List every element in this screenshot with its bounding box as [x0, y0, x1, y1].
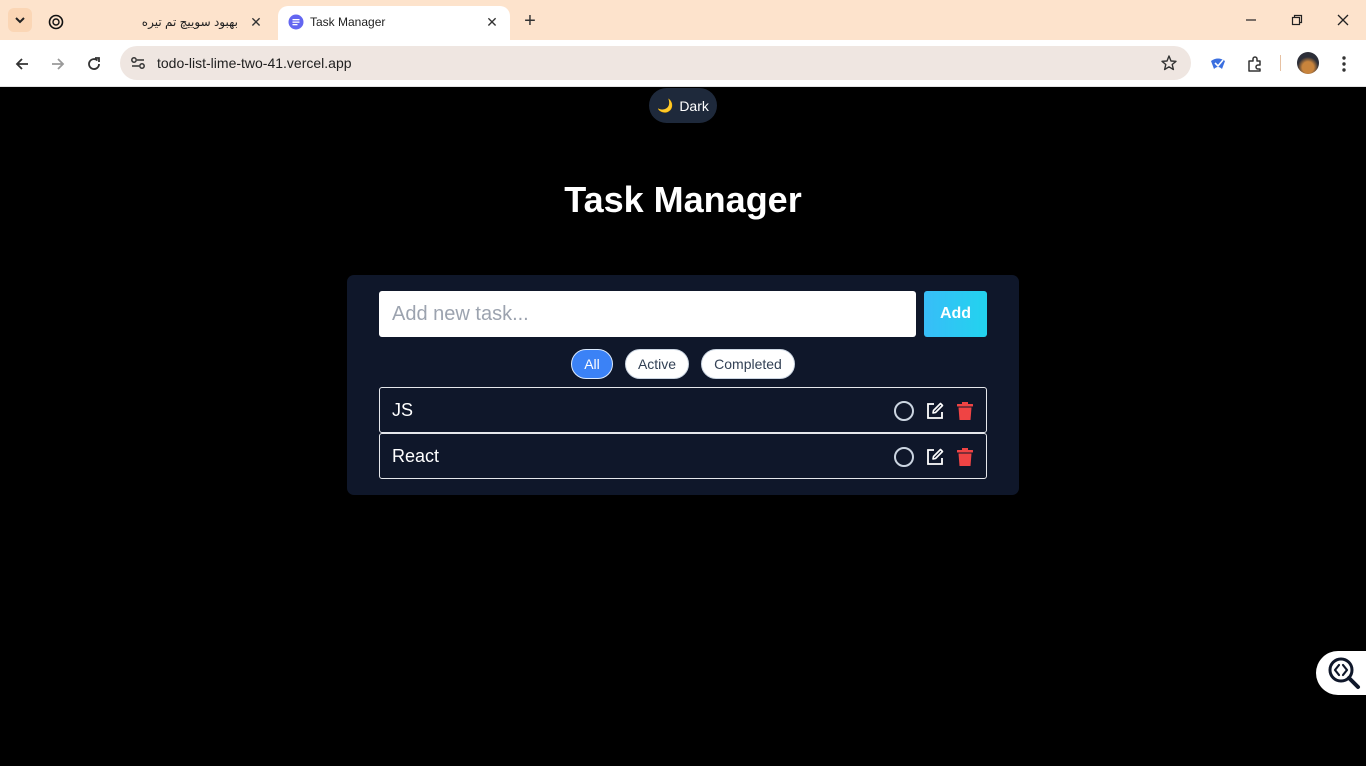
task-text: JS	[392, 400, 414, 420]
page-title: Task Manager	[564, 179, 802, 220]
close-icon	[1337, 14, 1349, 26]
chevron-down-icon	[15, 17, 25, 24]
new-task-input[interactable]	[379, 291, 916, 337]
edit-icon[interactable]	[924, 446, 946, 468]
theme-toggle-button[interactable]: 🌙 Dark	[649, 88, 717, 123]
tab-title: Task Manager	[310, 15, 386, 29]
close-window-button[interactable]	[1328, 6, 1358, 34]
filter-completed-button[interactable]: Completed	[701, 349, 795, 379]
tab-title: بهبود سوییچ تم تیره	[141, 15, 238, 29]
browser-toolbar: todo-list-lime-two-41.vercel.app	[0, 40, 1366, 87]
close-icon[interactable]: ✕	[482, 12, 502, 32]
back-button[interactable]	[9, 51, 35, 77]
code-search-floating-button[interactable]	[1316, 651, 1366, 695]
arrow-right-icon	[52, 58, 65, 70]
forward-button[interactable]	[45, 51, 71, 77]
address-bar[interactable]: todo-list-lime-two-41.vercel.app	[120, 46, 1191, 80]
tab-inactive[interactable]: بهبود سوییچ تم تیره ✕	[38, 6, 274, 40]
complete-circle-icon[interactable]	[893, 400, 915, 422]
minimize-icon	[1246, 19, 1256, 21]
page-content: 🌙 Dark Task Manager Add All Active Compl…	[0, 87, 1366, 766]
edit-icon[interactable]	[924, 400, 946, 422]
minimize-button[interactable]	[1236, 6, 1266, 34]
more-menu-icon[interactable]	[1332, 52, 1356, 76]
reload-icon	[88, 57, 100, 70]
openai-icon	[48, 14, 64, 30]
toolbar-divider	[1280, 55, 1281, 71]
reload-button[interactable]	[81, 51, 107, 77]
tab-active[interactable]: Task Manager ✕	[278, 6, 510, 40]
restore-button[interactable]	[1282, 6, 1312, 34]
site-settings-icon[interactable]	[128, 53, 148, 73]
extension-translate-icon[interactable]	[1206, 52, 1230, 76]
arrow-left-icon	[15, 58, 28, 70]
tab-strip: بهبود سوییچ تم تیره ✕ Task Manager ✕ +	[0, 0, 1366, 40]
trash-icon[interactable]	[954, 446, 976, 468]
task-item: React	[379, 433, 987, 479]
close-icon[interactable]: ✕	[246, 12, 266, 32]
task-text: React	[392, 446, 440, 466]
filter-all-button[interactable]: All	[571, 349, 613, 379]
restore-icon	[1291, 14, 1303, 26]
profile-avatar[interactable]	[1297, 52, 1319, 74]
extensions-puzzle-icon[interactable]	[1243, 52, 1267, 76]
new-tab-button[interactable]: +	[518, 9, 542, 33]
bookmark-star-icon[interactable]	[1159, 53, 1179, 73]
task-card: Add All Active Completed JS React	[347, 275, 1019, 495]
task-manager-favicon	[288, 14, 304, 30]
moon-icon: 🌙	[657, 97, 674, 113]
code-search-icon	[1328, 657, 1360, 689]
trash-icon[interactable]	[954, 400, 976, 422]
url-text[interactable]: todo-list-lime-two-41.vercel.app	[157, 55, 352, 71]
complete-circle-icon[interactable]	[893, 446, 915, 468]
filter-active-button[interactable]: Active	[625, 349, 689, 379]
add-task-button[interactable]: Add	[924, 291, 987, 337]
task-item: JS	[379, 387, 987, 433]
theme-toggle-label: Dark	[679, 97, 709, 114]
tab-search-button[interactable]	[8, 8, 32, 32]
